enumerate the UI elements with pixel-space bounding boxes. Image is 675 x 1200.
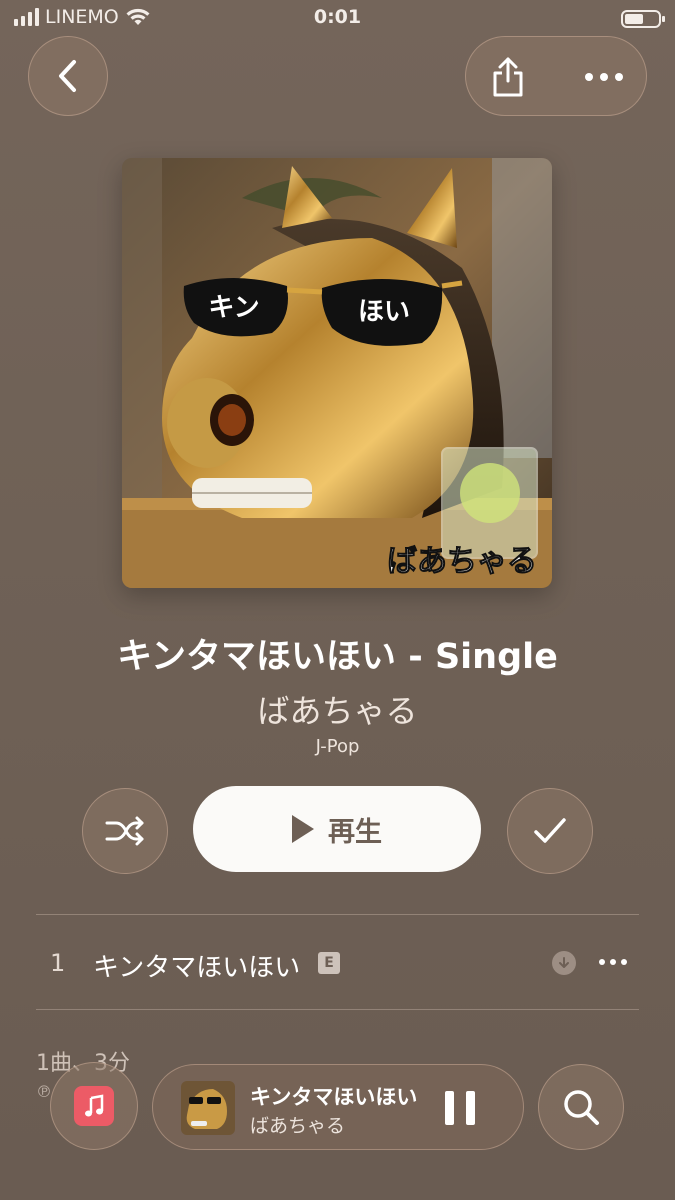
share-icon: [493, 57, 523, 97]
art-text-artist: ばあちゃる: [387, 544, 537, 579]
shuffle-button[interactable]: [82, 788, 168, 874]
mini-player-title: キンタマほいほい: [250, 1085, 418, 1109]
shuffle-icon: [105, 816, 144, 846]
art-text-left: キン: [208, 293, 259, 323]
added-to-library-button[interactable]: [507, 788, 593, 874]
album-title: キンタマほいほい - Single: [117, 637, 558, 677]
mini-player-artwork: [181, 1081, 235, 1135]
album-artwork[interactable]: キン ほい ばあちゃる: [122, 158, 552, 588]
mini-player[interactable]: キンタマほいほい ばあちゃる: [152, 1064, 524, 1150]
album-artist[interactable]: ばあちゃる: [0, 686, 675, 732]
search-button[interactable]: [538, 1064, 624, 1150]
more-options-button[interactable]: [574, 55, 634, 99]
ellipsis-icon: [585, 73, 623, 81]
play-button[interactable]: 再生: [193, 786, 481, 872]
album-genre: J-Pop: [315, 736, 360, 757]
battery-icon: [621, 10, 665, 28]
explicit-badge: E: [318, 952, 340, 974]
download-icon[interactable]: [552, 951, 576, 975]
track-title: キンタマほいほい: [93, 953, 301, 983]
share-button[interactable]: [488, 55, 528, 99]
mini-player-artist: ばあちゃる: [250, 1115, 346, 1137]
pause-icon-bar-right: [466, 1091, 475, 1125]
track-row[interactable]: 1 キンタマほいほい E: [36, 915, 639, 1009]
divider-bottom: [36, 1009, 639, 1010]
album-artwork-illustration: キン ほい ばあちゃる: [122, 158, 552, 588]
play-icon: [292, 815, 314, 843]
art-text-right: ほい: [358, 297, 410, 327]
status-bar: LINEMO 0:01: [0, 0, 675, 38]
pause-icon-bar-left: [445, 1091, 454, 1125]
music-library-icon: [74, 1086, 114, 1126]
top-actions-pill: [465, 36, 647, 116]
clock: 0:01: [313, 6, 362, 28]
download-arrow-icon: [559, 957, 569, 968]
play-label: 再生: [328, 816, 382, 848]
back-button[interactable]: [28, 36, 108, 116]
track-number: 1: [50, 949, 66, 977]
chevron-left-icon: [59, 60, 76, 92]
library-button[interactable]: [50, 1062, 138, 1150]
search-icon: [564, 1090, 599, 1125]
ellipsis-icon: [599, 959, 627, 965]
track-more-button[interactable]: [596, 947, 630, 977]
pause-button[interactable]: [445, 1091, 475, 1125]
checkmark-icon: [534, 818, 566, 843]
